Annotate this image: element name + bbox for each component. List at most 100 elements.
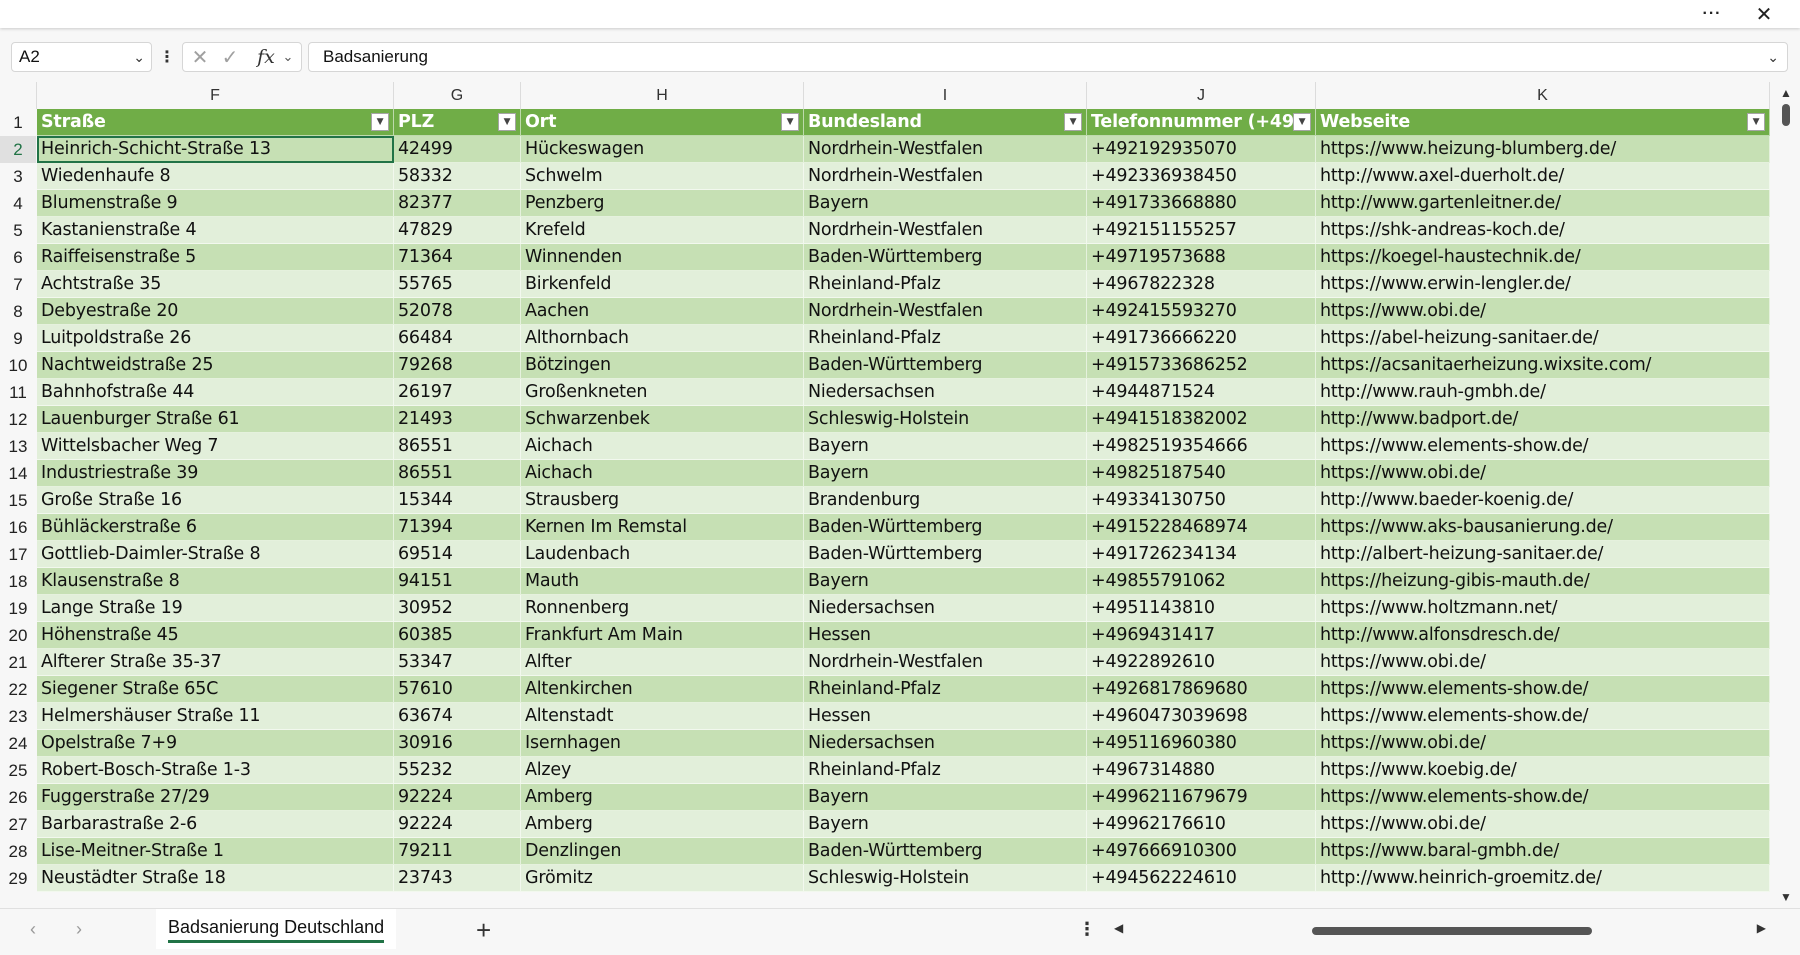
table-cell[interactable]: https://www.obi.de/ xyxy=(1316,298,1770,325)
row-number[interactable]: 9 xyxy=(0,325,36,352)
table-cell[interactable]: http://www.badport.de/ xyxy=(1316,406,1770,433)
table-cell[interactable]: +4982519354666 xyxy=(1087,433,1316,460)
table-cell[interactable]: 71364 xyxy=(394,244,521,271)
table-cell[interactable]: 47829 xyxy=(394,217,521,244)
table-cell[interactable]: Bayern xyxy=(804,433,1087,460)
table-cell[interactable]: http://www.rauh-gmbh.de/ xyxy=(1316,379,1770,406)
header-cell[interactable]: Bundesland ▼ xyxy=(804,109,1087,136)
column-header-f[interactable]: F xyxy=(37,82,394,109)
table-cell[interactable]: https://heizung-gibis-mauth.de/ xyxy=(1316,568,1770,595)
table-cell[interactable]: +4967822328 xyxy=(1087,271,1316,298)
table-cell[interactable]: Amberg xyxy=(521,784,804,811)
table-cell[interactable]: Alzey xyxy=(521,757,804,784)
row-number[interactable]: 20 xyxy=(0,622,36,649)
table-cell[interactable]: +49719573688 xyxy=(1087,244,1316,271)
table-cell[interactable]: Aachen xyxy=(521,298,804,325)
table-cell[interactable]: https://www.elements-show.de/ xyxy=(1316,703,1770,730)
table-cell[interactable]: https://koegel-haustechnik.de/ xyxy=(1316,244,1770,271)
cancel-icon[interactable]: ✕ xyxy=(189,43,211,71)
row-number[interactable]: 2 xyxy=(0,136,36,163)
table-cell[interactable]: Hessen xyxy=(804,622,1087,649)
table-cell[interactable]: Robert-Bosch-Straße 1-3 xyxy=(37,757,394,784)
table-cell[interactable]: https://www.obi.de/ xyxy=(1316,811,1770,838)
table-cell[interactable]: https://abel-heizung-sanitaer.de/ xyxy=(1316,325,1770,352)
next-sheet-icon[interactable]: › xyxy=(76,919,82,940)
table-cell[interactable]: 82377 xyxy=(394,190,521,217)
table-cell[interactable]: Denzlingen xyxy=(521,838,804,865)
table-cell[interactable]: Nordrhein-Westfalen xyxy=(804,163,1087,190)
header-cell[interactable]: Webseite ▼ xyxy=(1316,109,1770,136)
table-cell[interactable]: +4915733686252 xyxy=(1087,352,1316,379)
filter-dropdown-icon[interactable]: ▼ xyxy=(371,113,389,131)
table-cell[interactable]: Nordrhein-Westfalen xyxy=(804,649,1087,676)
table-cell[interactable]: Bayern xyxy=(804,190,1087,217)
table-cell[interactable]: Baden-Württemberg xyxy=(804,352,1087,379)
table-cell[interactable]: http://www.gartenleitner.de/ xyxy=(1316,190,1770,217)
row-number[interactable]: 1 xyxy=(0,109,36,136)
table-cell[interactable]: +4967314880 xyxy=(1087,757,1316,784)
table-cell[interactable]: 53347 xyxy=(394,649,521,676)
table-cell[interactable]: +495116960380 xyxy=(1087,730,1316,757)
table-cell[interactable]: Niedersachsen xyxy=(804,595,1087,622)
table-cell[interactable]: +492192935070 xyxy=(1087,136,1316,163)
table-cell[interactable]: 26197 xyxy=(394,379,521,406)
insert-function-icon[interactable]: fx xyxy=(253,43,279,71)
table-cell[interactable]: Nachtweidstraße 25 xyxy=(37,352,394,379)
table-cell[interactable]: Hückeswagen xyxy=(521,136,804,163)
table-cell[interactable]: +4951143810 xyxy=(1087,595,1316,622)
row-number[interactable]: 24 xyxy=(0,730,36,757)
table-cell[interactable]: +49334130750 xyxy=(1087,487,1316,514)
table-cell[interactable]: http://www.axel-duerholt.de/ xyxy=(1316,163,1770,190)
table-cell[interactable]: Nordrhein-Westfalen xyxy=(804,136,1087,163)
horizontal-scrollbar[interactable]: ◀ ▶ xyxy=(1110,919,1770,941)
row-number[interactable]: 7 xyxy=(0,271,36,298)
filter-dropdown-icon[interactable]: ▼ xyxy=(1747,113,1765,131)
row-number[interactable]: 12 xyxy=(0,406,36,433)
table-cell[interactable]: https://www.obi.de/ xyxy=(1316,649,1770,676)
close-icon[interactable]: ✕ xyxy=(1744,0,1784,28)
table-cell[interactable]: http://albert-heizung-sanitaer.de/ xyxy=(1316,541,1770,568)
table-cell[interactable]: 86551 xyxy=(394,433,521,460)
table-cell[interactable]: Neustädter Straße 18 xyxy=(37,865,394,892)
table-cell[interactable]: Grömitz xyxy=(521,865,804,892)
row-number[interactable]: 17 xyxy=(0,541,36,568)
table-cell[interactable]: Lange Straße 19 xyxy=(37,595,394,622)
table-cell[interactable]: +4922892610 xyxy=(1087,649,1316,676)
table-cell[interactable]: Kernen Im Remstal xyxy=(521,514,804,541)
row-number[interactable]: 5 xyxy=(0,217,36,244)
table-cell[interactable]: Lise-Meitner-Straße 1 xyxy=(37,838,394,865)
table-cell[interactable]: Baden-Württemberg xyxy=(804,838,1087,865)
table-cell[interactable]: http://www.baeder-koenig.de/ xyxy=(1316,487,1770,514)
table-cell[interactable]: Birkenfeld xyxy=(521,271,804,298)
table-cell[interactable]: Bayern xyxy=(804,811,1087,838)
table-cell[interactable]: Alfterer Straße 35-37 xyxy=(37,649,394,676)
table-cell[interactable]: Bötzingen xyxy=(521,352,804,379)
table-cell[interactable]: https://www.koebig.de/ xyxy=(1316,757,1770,784)
row-number[interactable]: 8 xyxy=(0,298,36,325)
add-sheet-button[interactable]: + xyxy=(476,915,491,946)
table-cell[interactable]: Penzberg xyxy=(521,190,804,217)
table-cell[interactable]: 60385 xyxy=(394,622,521,649)
table-cell[interactable]: Barbarastraße 2-6 xyxy=(37,811,394,838)
column-header-i[interactable]: I xyxy=(804,82,1087,109)
table-cell[interactable]: https://www.obi.de/ xyxy=(1316,460,1770,487)
table-cell[interactable]: Winnenden xyxy=(521,244,804,271)
row-number[interactable]: 26 xyxy=(0,784,36,811)
table-cell[interactable]: +491736666220 xyxy=(1087,325,1316,352)
row-number[interactable]: 3 xyxy=(0,163,36,190)
table-cell[interactable]: https://acsanitaerheizung.wixsite.com/ xyxy=(1316,352,1770,379)
table-cell[interactable]: Aichach xyxy=(521,433,804,460)
table-cell[interactable]: Althornbach xyxy=(521,325,804,352)
table-cell[interactable]: https://www.heizung-blumberg.de/ xyxy=(1316,136,1770,163)
table-cell[interactable]: 55765 xyxy=(394,271,521,298)
table-cell[interactable]: +4915228468974 xyxy=(1087,514,1316,541)
table-cell[interactable]: Isernhagen xyxy=(521,730,804,757)
table-cell[interactable]: Ronnenberg xyxy=(521,595,804,622)
row-number[interactable]: 15 xyxy=(0,487,36,514)
table-cell[interactable]: Rheinland-Pfalz xyxy=(804,271,1087,298)
name-box[interactable]: A2 ⌄ xyxy=(11,42,152,72)
column-header-j[interactable]: J xyxy=(1087,82,1316,109)
table-cell[interactable]: Baden-Württemberg xyxy=(804,514,1087,541)
row-number[interactable]: 25 xyxy=(0,757,36,784)
table-cell[interactable]: +491726234134 xyxy=(1087,541,1316,568)
